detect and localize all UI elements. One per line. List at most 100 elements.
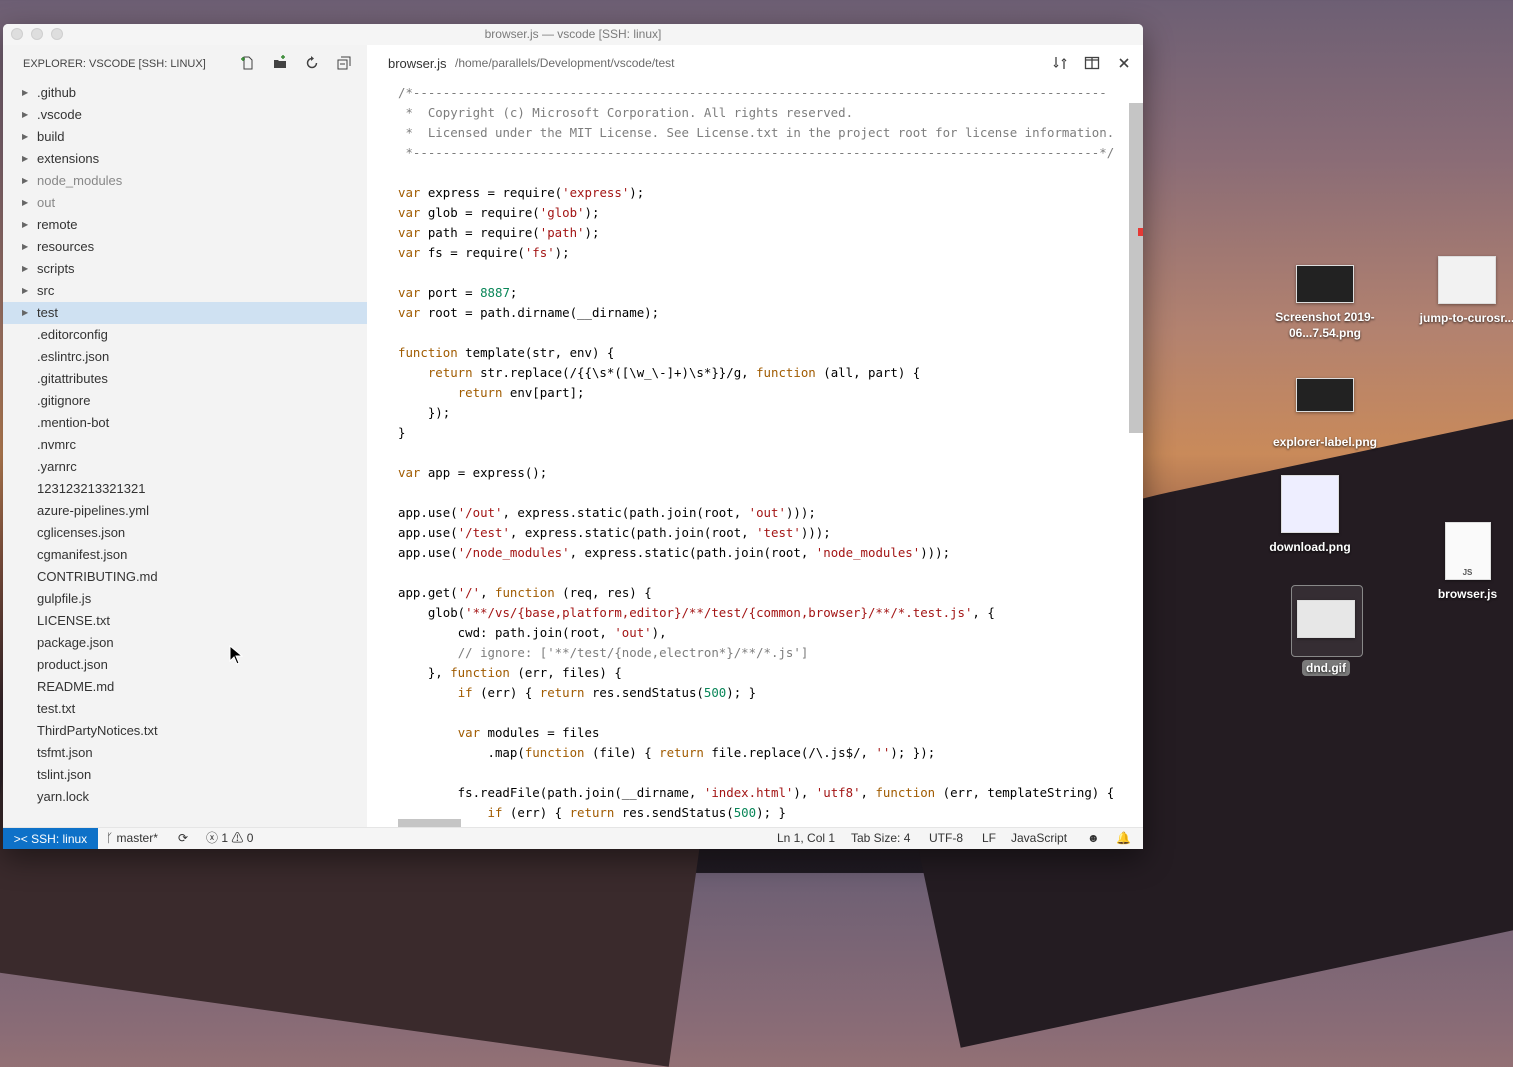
collapse-all-icon[interactable] [335, 55, 353, 73]
folder-item[interactable]: ▶ resources [3, 236, 367, 258]
remote-indicator[interactable]: >< SSH: linux [3, 828, 98, 849]
file-label: .mention-bot [37, 415, 110, 430]
split-editor-icon[interactable] [1083, 55, 1101, 73]
chevron-right-icon: ▶ [22, 220, 29, 229]
vertical-scrollbar[interactable] [1129, 103, 1143, 433]
desktop-icon-browser-js[interactable]: JS browser.js [1420, 522, 1513, 602]
file-item[interactable]: .gitattributes [3, 368, 367, 390]
title-bar: browser.js — vscode [SSH: linux] [3, 24, 1143, 45]
desktop-icon-jump-to-cursor[interactable]: jump-to-curosr... [1412, 256, 1513, 326]
js-file-icon: JS [1444, 522, 1491, 580]
code-line: var fs = require('fs'); [398, 245, 570, 260]
file-item[interactable]: package.json [3, 632, 367, 654]
file-item[interactable]: .nvmrc [3, 434, 367, 456]
file-item[interactable]: LICENSE.txt [3, 610, 367, 632]
folder-label: .github [37, 85, 77, 100]
folder-item[interactable]: ▶ build [3, 126, 367, 148]
close-icon[interactable] [1115, 55, 1133, 73]
desktop-icon-download[interactable]: download.png [1250, 475, 1370, 555]
feedback-smiley-icon[interactable]: ☻ [1087, 828, 1100, 849]
chevron-right-icon: ▶ [22, 110, 29, 119]
new-file-icon[interactable] [239, 55, 257, 73]
end-of-line[interactable]: LF [982, 828, 996, 849]
tab-size[interactable]: Tab Size: 4 [851, 828, 910, 849]
chevron-right-icon: ▶ [22, 198, 29, 207]
folder-item[interactable]: ▶ scripts [3, 258, 367, 280]
code-line: return env[part]; [457, 385, 585, 400]
file-item[interactable]: .gitignore [3, 390, 367, 412]
code-line: app.use('/test', express.static(path.joi… [398, 525, 831, 540]
open-changes-icon[interactable] [1051, 55, 1069, 73]
folder-item[interactable]: ▶ remote [3, 214, 367, 236]
status-bar: >< SSH: linux ᚴ master* ⟳ ⓧ 1 ⚠ 0 Ln 1, … [3, 827, 1143, 849]
folder-item[interactable]: ▶ test [3, 302, 367, 324]
file-item[interactable]: .editorconfig [3, 324, 367, 346]
desktop-icon-explorer-label[interactable]: explorer-label.png [1262, 378, 1388, 450]
editor-file-name[interactable]: browser.js [388, 45, 447, 82]
folder-label: resources [37, 239, 95, 254]
notifications-bell-icon[interactable]: 🔔 [1116, 828, 1131, 849]
file-item[interactable]: product.json [3, 654, 367, 676]
folder-item[interactable]: ▶ node_modules [3, 170, 367, 192]
file-item[interactable]: azure-pipelines.yml [3, 500, 367, 522]
file-item[interactable]: yarn.lock [3, 786, 367, 808]
refresh-icon[interactable] [303, 55, 321, 73]
mouse-cursor-icon [229, 645, 243, 665]
language-mode[interactable]: JavaScript [1011, 828, 1067, 849]
file-item[interactable]: tslint.json [3, 764, 367, 786]
file-item[interactable]: README.md [3, 676, 367, 698]
folder-label: test [37, 305, 58, 320]
file-item[interactable]: 123123213321321 [3, 478, 367, 500]
code-editor[interactable]: /*--------------------------------------… [398, 83, 1131, 827]
minimize-window-button[interactable] [31, 28, 43, 40]
folder-label: .vscode [37, 107, 82, 122]
file-item[interactable]: tsfmt.json [3, 742, 367, 764]
code-line: * Copyright (c) Microsoft Corporation. A… [405, 105, 854, 120]
editor-file-path: /home/parallels/Development/vscode/test [455, 56, 675, 70]
file-item[interactable]: cgmanifest.json [3, 544, 367, 566]
file-label: .nvmrc [37, 437, 76, 452]
file-label: .eslintrc.json [37, 349, 110, 364]
folder-label: node_modules [37, 173, 123, 188]
folder-item[interactable]: ▶ .vscode [3, 104, 367, 126]
new-folder-icon[interactable] [271, 55, 289, 73]
chevron-right-icon: ▶ [22, 176, 29, 185]
folder-item[interactable]: ▶ src [3, 280, 367, 302]
file-item[interactable]: gulpfile.js [3, 588, 367, 610]
desktop-icon-label: explorer-label.png [1272, 435, 1378, 449]
code-line: glob('**/vs/{base,platform,editor}/**/te… [398, 605, 995, 620]
file-label: cglicenses.json [37, 525, 126, 540]
window-title: browser.js — vscode [SSH: linux] [484, 27, 662, 41]
file-item[interactable]: CONTRIBUTING.md [3, 566, 367, 588]
file-item[interactable]: .mention-bot [3, 412, 367, 434]
horizontal-scrollbar[interactable] [398, 819, 461, 827]
close-window-button[interactable] [11, 28, 23, 40]
encoding[interactable]: UTF-8 [929, 828, 963, 849]
sync-icon[interactable]: ⟳ [178, 828, 188, 849]
file-tree: ▶ .github ▶ .vscode ▶ build ▶ extensions ▶ node_m… [3, 82, 367, 808]
file-item[interactable]: cglicenses.json [3, 522, 367, 544]
file-item[interactable]: ThirdPartyNotices.txt [3, 720, 367, 742]
window-controls [11, 28, 63, 40]
cursor-position[interactable]: Ln 1, Col 1 [777, 828, 835, 849]
folder-item[interactable]: ▶ extensions [3, 148, 367, 170]
folder-item[interactable]: ▶ .github [3, 82, 367, 104]
desktop-icon-dnd-gif[interactable]: dnd.gif [1290, 600, 1362, 676]
zoom-window-button[interactable] [51, 28, 63, 40]
file-item[interactable]: .yarnrc [3, 456, 367, 478]
problems-indicator[interactable]: ⓧ 1 ⚠ 0 [206, 828, 253, 849]
warning-count: 0 [246, 831, 254, 845]
file-item[interactable]: .eslintrc.json [3, 346, 367, 368]
vscode-window: browser.js — vscode [SSH: linux] EXPLORE… [3, 24, 1143, 849]
desktop-icon-screenshot[interactable]: Screenshot 2019-06...7.54.png [1262, 265, 1388, 341]
file-label: yarn.lock [37, 789, 90, 804]
code-line: app.use('/node_modules', express.static(… [398, 545, 951, 560]
file-label: 123123213321321 [37, 481, 146, 496]
code-line: if (err) { return res.sendStatus(500); } [457, 685, 757, 700]
git-branch[interactable]: ᚴ master* [106, 828, 158, 849]
file-item[interactable]: test.txt [3, 698, 367, 720]
folder-item[interactable]: ▶ out [3, 192, 367, 214]
